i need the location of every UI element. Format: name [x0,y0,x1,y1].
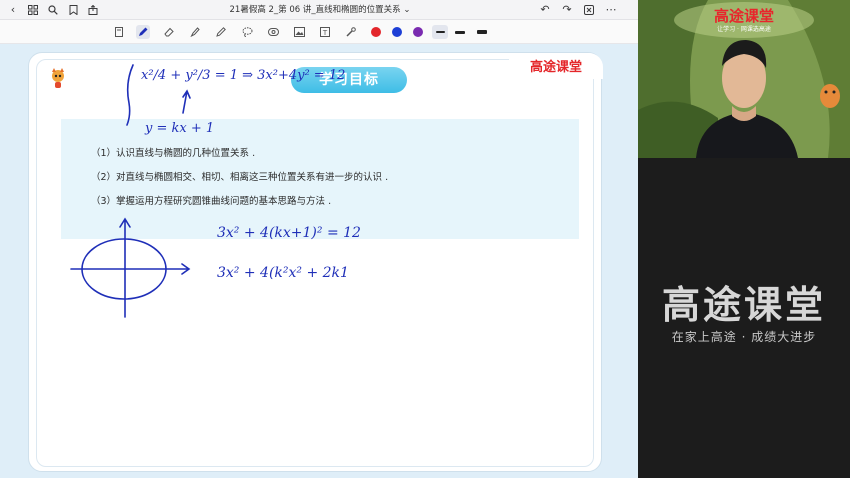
app-window: ‹ 21暑假高 2_第 06 讲_直线和椭圆的位置关系 ⌄ ↶ ↷ ⋯ T 高途… [0,0,850,478]
drawing-toolbar: T [0,20,638,44]
ink-system-line1: x²/4 + y²/3 = 1 ⇒ 3x²+4y² = 12 [141,68,345,83]
notes-app: ‹ 21暑假高 2_第 06 讲_直线和椭圆的位置关系 ⌄ ↶ ↷ ⋯ T 高途… [0,0,638,478]
color-blue-swatch[interactable] [392,27,402,37]
bookmark-icon[interactable] [66,3,80,17]
search-icon[interactable] [46,3,60,17]
svg-text:T: T [322,29,328,37]
ink-system-brace [126,64,134,126]
stroke-thick-option[interactable] [477,30,487,34]
lasso-icon[interactable] [240,25,254,39]
ink-work-line2: 3x² + 4(k²x² + 2k1 [217,265,349,281]
eraser-icon[interactable] [162,25,176,39]
ink-x-axis [70,263,191,275]
pencil-icon[interactable] [214,25,228,39]
page-icon[interactable] [112,25,126,39]
pen-icon[interactable] [136,25,150,39]
video-slogan: 让学习 · 网课选高途 [717,26,771,33]
brand-panel-logo: 高途课堂 [661,283,826,327]
image-icon[interactable] [292,25,306,39]
back-icon[interactable]: ‹ [6,3,20,17]
ink-y-axis [119,217,131,318]
text-icon[interactable]: T [318,25,332,39]
note-canvas[interactable]: 高途课堂 学习目标 （1）认识直线与椭圆的几种位置关系 . （2）对直线与椭圆相… [0,44,638,478]
brand-panel: 高途课堂 在家上高途 · 成绩大进步 [638,158,850,478]
highlighter-icon[interactable] [188,25,202,39]
share-icon[interactable] [86,3,100,17]
color-purple-swatch[interactable] [413,27,423,37]
redo-icon[interactable]: ↷ [560,3,574,17]
ink-system-line2: y = kx + 1 [144,121,214,136]
laser-icon[interactable] [344,25,358,39]
lecture-page[interactable]: 高途课堂 学习目标 （1）认识直线与椭圆的几种位置关系 . （2）对直线与椭圆相… [28,52,603,472]
video-brand-logo: 高途课堂 [713,7,774,25]
chevron-down-icon[interactable]: ⌄ [403,5,410,15]
shapes-icon[interactable] [266,25,280,39]
undo-icon[interactable]: ↶ [538,3,552,17]
handwriting-layer: x²/4 + y²/3 = 1 ⇒ 3x²+4y² = 12 y = kx + … [70,64,361,318]
more-icon[interactable]: ⋯ [604,3,618,17]
document-title[interactable]: 21暑假高 2_第 06 讲_直线和椭圆的位置关系 ⌄ [200,3,440,15]
title-bar: ‹ 21暑假高 2_第 06 讲_直线和椭圆的位置关系 ⌄ ↶ ↷ ⋯ [0,0,638,20]
export-icon[interactable] [582,3,596,17]
teacher-video[interactable]: 高途课堂 让学习 · 网课选高途 [638,0,850,158]
ink-arrow [182,89,191,114]
ink-work-line1: 3x² + 4(kx+1)² = 12 [217,225,361,241]
grid-icon[interactable] [26,3,40,17]
stroke-thin-option[interactable] [432,25,448,39]
color-red-swatch[interactable] [371,27,381,37]
stroke-medium-option[interactable] [455,31,465,34]
brand-panel-slogan: 在家上高途 · 成绩大进步 [671,330,817,344]
